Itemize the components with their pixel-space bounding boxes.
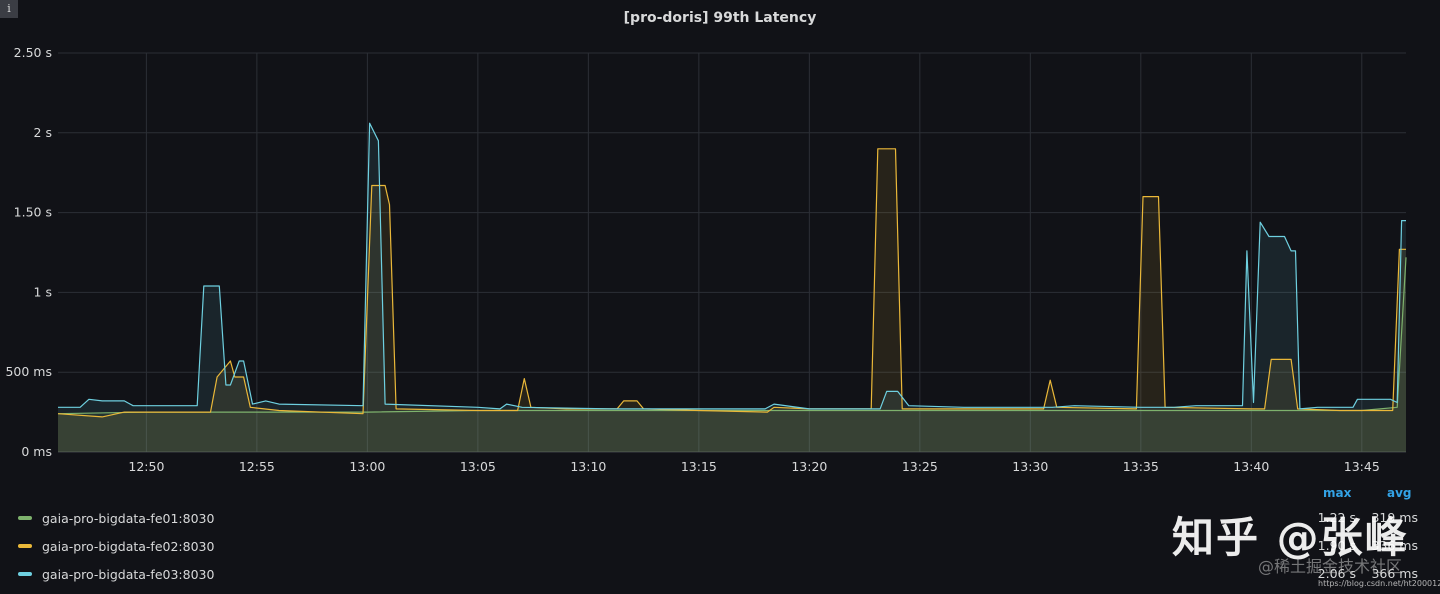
y-tick-label: 1.50 s [14, 205, 52, 220]
legend-label-fe03: gaia-pro-bigdata-fe03:8030 [42, 566, 215, 582]
juejin-watermark: @稀土掘金技术社区 [1258, 557, 1403, 576]
latency-chart: 0 ms500 ms1 s1.50 s2 s2.50 s 12:50 12:55 1… [5, 45, 1407, 474]
grid-lines [58, 52, 1406, 453]
series-line-1 [57, 257, 1407, 415]
x-tick-label: 13:40 [1233, 459, 1269, 474]
x-tick-label: 13:20 [791, 459, 827, 474]
csdn-watermark-url: https://blog.csdn.net/ht200012 [1318, 579, 1440, 588]
legend-label-fe02: gaia-pro-bigdata-fe02:8030 [42, 538, 215, 554]
y-tick-label: 2.50 s [14, 45, 52, 60]
legend-header-avg[interactable]: avg [1387, 486, 1412, 500]
x-axis-ticks: 12:50 12:55 13:00 13:05 13:10 13:15 13:20 13:25… [128, 459, 1379, 474]
series-line-3 [58, 122, 1406, 410]
y-tick-label: 0 ms [21, 444, 52, 459]
legend-item-fe01[interactable]: gaia-pro-bigdata-fe01:8030 [18, 509, 214, 527]
x-tick-label: 13:25 [902, 459, 938, 474]
latency-panel: i [pro-doris] 99th Latency 0 ms 500 ms 1 s… [0, 0, 1440, 594]
legend-swatch-fe02 [18, 544, 32, 548]
legend-item-fe03[interactable]: gaia-pro-bigdata-fe03:8030 [18, 565, 214, 583]
x-tick-label: 13:45 [1344, 459, 1380, 474]
x-tick-label: 12:55 [239, 459, 275, 474]
x-tick-label: 13:30 [1012, 459, 1048, 474]
x-tick-label: 13:35 [1123, 459, 1159, 474]
legend-swatch-fe03 [18, 572, 32, 576]
legend-label-fe01: gaia-pro-bigdata-fe01:8030 [42, 510, 215, 526]
x-tick-label: 13:10 [570, 459, 606, 474]
y-tick-label: 1 s [34, 284, 52, 299]
series-lines [57, 122, 1407, 418]
y-axis-ticks: 0 ms 500 ms 1 s 1.50 s 2 s 2.50 s [5, 45, 52, 459]
y-tick-label: 2 s [34, 125, 52, 140]
x-tick-label: 13:15 [681, 459, 717, 474]
x-tick-label: 13:05 [460, 459, 496, 474]
x-tick-label: 13:00 [349, 459, 385, 474]
legend-item-fe02[interactable]: gaia-pro-bigdata-fe02:8030 [18, 537, 214, 555]
x-tick-label: 12:50 [128, 459, 164, 474]
legend-header-max[interactable]: max [1323, 486, 1351, 500]
series-line-2 [57, 148, 1406, 418]
legend-swatch-fe01 [18, 516, 32, 520]
y-tick-label: 500 ms [5, 364, 52, 379]
